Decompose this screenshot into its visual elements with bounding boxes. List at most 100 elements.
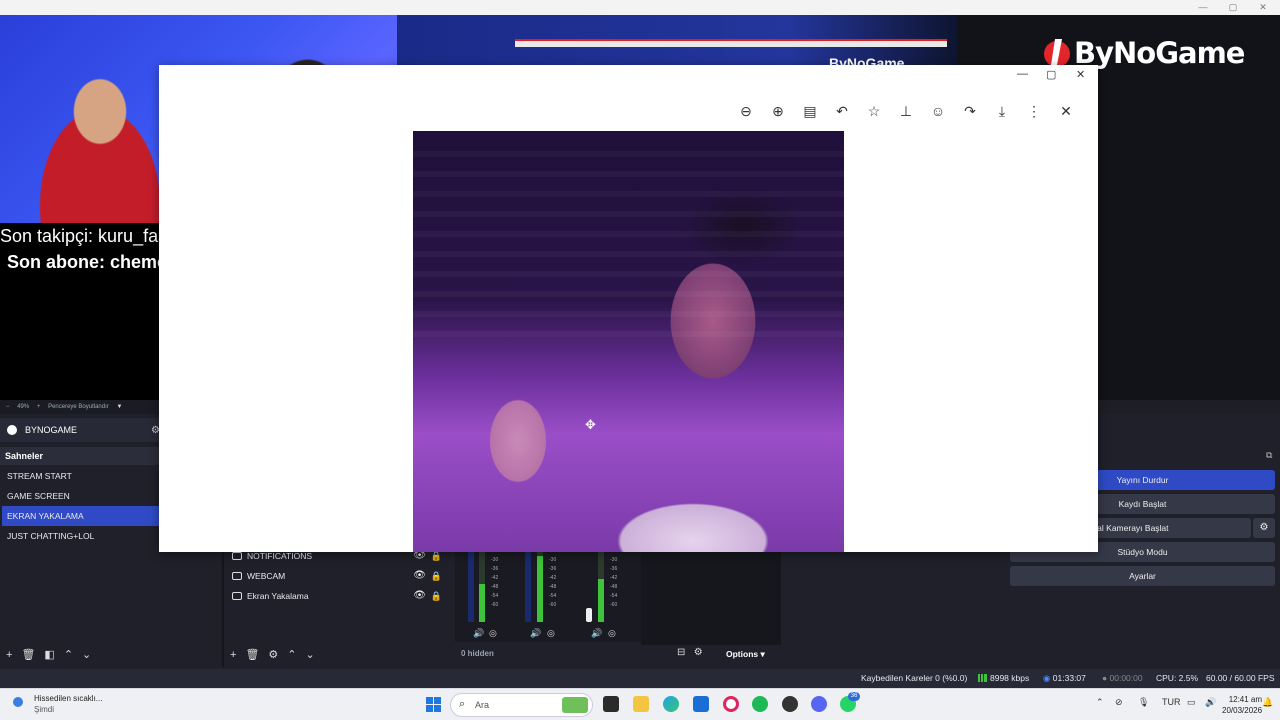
sources-toolbar: + 🗑 ⚙ ⌃ ⌄ xyxy=(230,645,324,665)
windows-start-icon[interactable] xyxy=(426,697,441,712)
zoom-out-icon[interactable]: ⊖ xyxy=(730,103,762,120)
move-down-icon[interactable]: ⌄ xyxy=(82,649,91,661)
scenes-toolbar: + 🗑 ◧ ⌃ ⌄ xyxy=(6,645,100,665)
trash-icon[interactable]: 🗑 xyxy=(245,649,259,661)
headphones-icon[interactable]: ◎ xyxy=(489,628,497,639)
add-source-button[interactable]: + xyxy=(230,649,236,661)
source-name: WEBCAM xyxy=(247,571,286,581)
scene-item[interactable]: GAME SCREEN xyxy=(2,486,160,506)
store-icon[interactable] xyxy=(693,696,709,712)
signal-bars-icon xyxy=(978,674,987,682)
taskbar-clock[interactable]: 12:41 am 20/03/2026 xyxy=(1222,694,1262,716)
zoom-out-button[interactable]: − xyxy=(6,404,10,410)
cpu-usage: CPU: 2.5% xyxy=(1156,673,1199,683)
source-item[interactable]: Ekran Yakalama 👁 🔒 xyxy=(230,586,450,606)
viewer-maximize-button[interactable]: ▢ xyxy=(1046,68,1056,81)
search-placeholder: Ara xyxy=(475,700,490,710)
emoji-icon[interactable]: ☺ xyxy=(922,103,954,119)
clock-time: 12:41 am xyxy=(1228,695,1263,704)
gear-icon[interactable]: ⚙ xyxy=(268,649,278,661)
filters-icon[interactable]: ◧ xyxy=(44,649,54,661)
speaker-icon[interactable]: 🔊 xyxy=(473,628,484,639)
trash-icon[interactable]: 🗑 xyxy=(21,649,35,661)
headphones-icon[interactable]: ◎ xyxy=(547,628,555,639)
volume-icon[interactable]: 🔊 xyxy=(1205,697,1216,708)
headphones-icon[interactable]: ◎ xyxy=(608,628,616,639)
opera-icon[interactable] xyxy=(723,696,739,712)
image-viewer-window: — ▢ ✕ ⊖ ⊕ ▤ ↶ ☆ ⊥ ☺ ↷ ⤓ ⋮ ✕ xyxy=(159,65,1098,552)
file-explorer-icon[interactable] xyxy=(633,696,649,712)
volume-meter xyxy=(468,552,474,622)
obs-close-button[interactable]: ✕ xyxy=(1248,0,1278,15)
eye-icon[interactable]: 👁 xyxy=(413,566,426,586)
meter-scale: -30 -36 -42 -48 -54 -60 xyxy=(610,557,618,608)
virtual-camera-gear-icon[interactable]: ⚙ xyxy=(1253,518,1275,538)
pin-icon[interactable]: ⊥ xyxy=(890,103,922,120)
more-vert-icon[interactable]: ⋮ xyxy=(1018,103,1050,120)
eye-icon[interactable]: 👁 xyxy=(413,586,426,606)
download-icon[interactable]: ⤓ xyxy=(986,103,1018,120)
move-up-icon[interactable]: ⌃ xyxy=(287,649,296,661)
scene-item[interactable]: STREAM START xyxy=(2,466,160,486)
move-down-icon[interactable]: ⌄ xyxy=(306,649,315,661)
volume-slider-handle[interactable] xyxy=(586,608,592,622)
settings-icon[interactable]: ⚙ xyxy=(694,647,703,658)
details-icon[interactable]: ▤ xyxy=(794,103,826,120)
taskbar-search[interactable]: ⌕ Ara xyxy=(450,693,593,717)
star-icon[interactable]: ☆ xyxy=(858,103,890,120)
lock-icon[interactable]: 🔒 xyxy=(431,586,442,606)
source-type-icon xyxy=(232,552,242,560)
settings-button[interactable]: Ayarlar xyxy=(1010,566,1275,586)
meter-scale: -30 -36 -42 -48 -54 -60 xyxy=(491,557,499,608)
record-time: ● 00:00:00 xyxy=(1102,673,1143,683)
notification-bell-icon[interactable]: 🔔 xyxy=(1262,697,1273,708)
obs-statusbar: Kaybedilen Kareler 0 (%0.0) 8998 kbps ◉ … xyxy=(0,669,1280,688)
tray-chevron-icon[interactable]: ⌃ xyxy=(1096,697,1104,708)
zoom-in-icon[interactable]: ⊕ xyxy=(762,103,794,120)
obs-icon[interactable] xyxy=(782,696,798,712)
scene-item-active[interactable]: EKRAN YAKALAMA xyxy=(2,506,160,526)
viewer-titlebar: — ▢ ✕ xyxy=(397,65,1098,87)
search-icon: ⌕ xyxy=(459,698,466,710)
volume-meter xyxy=(537,552,543,622)
task-view-icon[interactable] xyxy=(603,696,619,712)
chevron-down-icon[interactable]: ▼ xyxy=(116,404,122,410)
viewer-close-button[interactable]: ✕ xyxy=(1076,68,1085,81)
viewer-minimize-button[interactable]: — xyxy=(1017,68,1028,80)
stream-icon: ◉ xyxy=(1043,673,1051,683)
camera-icon xyxy=(232,572,242,580)
obs-maximize-button[interactable]: ▢ xyxy=(1218,0,1248,15)
network-off-icon[interactable]: ⊘ xyxy=(1115,697,1123,708)
search-highlight-art xyxy=(562,697,588,713)
forward-icon[interactable]: ↷ xyxy=(954,103,986,120)
add-scene-button[interactable]: + xyxy=(6,649,12,661)
scene-item[interactable]: JUST CHATTING+LOL xyxy=(2,526,160,546)
preview-inner-bar xyxy=(515,39,947,47)
reply-icon[interactable]: ↶ xyxy=(826,103,858,120)
move-up-icon[interactable]: ⌃ xyxy=(64,649,73,661)
obs-minimize-button[interactable]: — xyxy=(1188,0,1218,15)
spotify-icon[interactable] xyxy=(752,696,768,712)
dock-float-icon[interactable]: ⧉ xyxy=(1266,450,1272,461)
profile-name: BYNOGAME xyxy=(25,425,78,435)
display-icon[interactable]: ▭ xyxy=(1187,697,1196,708)
close-icon[interactable]: ✕ xyxy=(1050,103,1082,120)
discord-icon[interactable] xyxy=(811,696,827,712)
lock-icon[interactable]: 🔒 xyxy=(431,566,442,586)
source-name: Ekran Yakalama xyxy=(247,591,309,601)
options-button[interactable]: Options ▾ xyxy=(726,649,765,660)
language-indicator[interactable]: TUR xyxy=(1162,697,1181,707)
fit-window-select[interactable]: Pencereye Boyutlandır xyxy=(48,404,109,410)
dropped-frames: Kaybedilen Kareler 0 (%0.0) xyxy=(861,673,968,683)
source-item[interactable]: WEBCAM 👁 🔒 xyxy=(230,566,450,586)
speaker-icon[interactable]: 🔊 xyxy=(591,628,602,639)
speaker-icon[interactable]: 🔊 xyxy=(530,628,541,639)
record-icon: ● xyxy=(1102,673,1108,683)
windows-taskbar: Hissedilen sıcaklı... Şimdi ⌕ Ara 36 ⌃ ⊘… xyxy=(0,688,1280,720)
microphone-icon[interactable]: 🎙 xyxy=(1138,697,1149,708)
layout-icon[interactable]: ⊟ xyxy=(677,647,685,658)
weather-title: Hissedilen sıcaklı... xyxy=(34,694,103,703)
edge-icon[interactable] xyxy=(663,696,679,712)
clock-date: 20/03/2026 xyxy=(1222,706,1263,715)
zoom-in-button[interactable]: + xyxy=(37,404,41,410)
